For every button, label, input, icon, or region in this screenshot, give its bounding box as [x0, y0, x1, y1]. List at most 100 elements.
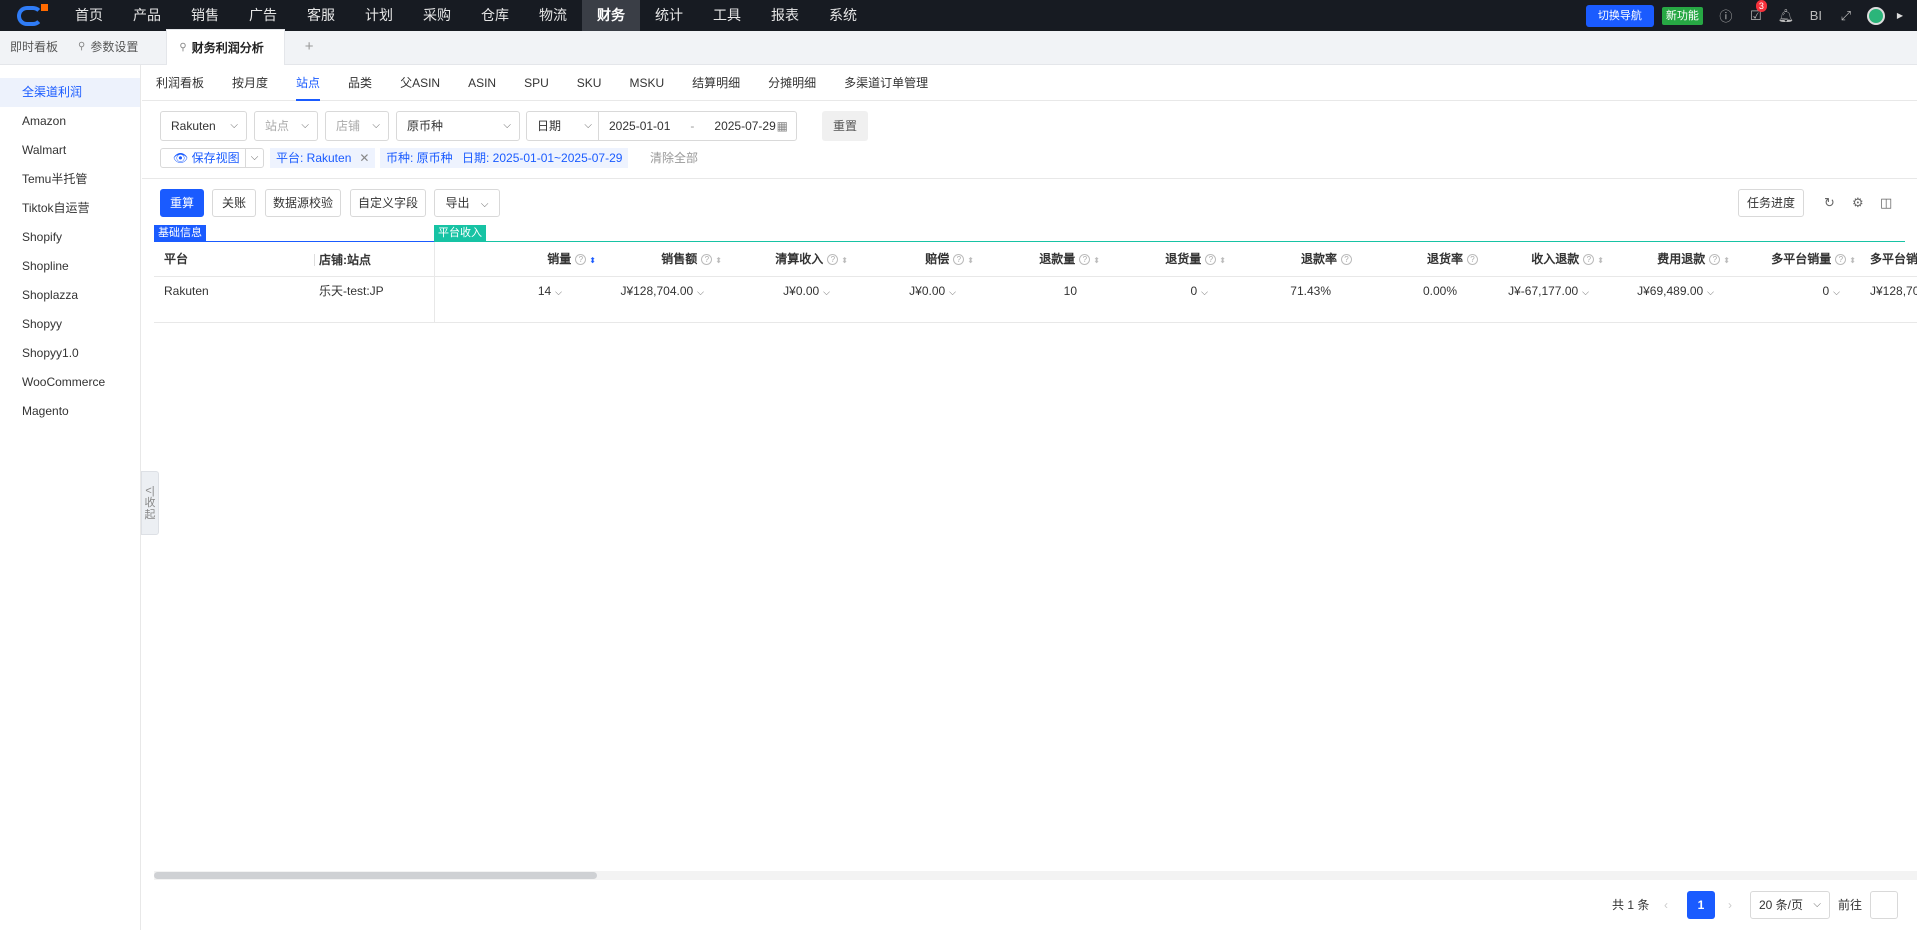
new-feature-button[interactable]: 新功能	[1661, 6, 1703, 25]
sidebar-item-temu[interactable]: Temu半托管	[0, 165, 140, 194]
nav-logistics[interactable]: 物流	[524, 0, 582, 31]
calendar-icon[interactable]: ▦	[777, 119, 788, 133]
help-icon[interactable]: ?	[827, 254, 839, 266]
pager-prev-icon[interactable]: ‹	[1664, 891, 1668, 919]
nav-plan[interactable]: 计划	[350, 0, 408, 31]
sidebar-item-amazon[interactable]: Amazon	[0, 107, 140, 136]
nav-purchase[interactable]: 采购	[408, 0, 466, 31]
nav-ads[interactable]: 广告	[234, 0, 292, 31]
col-multi-sales-amount[interactable]: 多平台销售额	[1864, 242, 1917, 277]
verify-source-button[interactable]: 数据源校验	[265, 189, 341, 217]
sort-icon[interactable]: ⬍	[1597, 256, 1604, 265]
subtab-site[interactable]: 站点	[296, 65, 321, 101]
col-compensation[interactable]: 赔偿? ⬍	[856, 242, 974, 277]
subtab-category[interactable]: 品类	[348, 65, 372, 101]
help-icon[interactable]: ?	[701, 254, 713, 266]
col-sales-qty[interactable]: 销量? ⬍	[434, 242, 596, 277]
cell-income-refund[interactable]: J¥-67,177.00 ⌵	[1486, 277, 1589, 323]
col-fee-refund[interactable]: 费用退款? ⬍	[1612, 242, 1730, 277]
save-view-button[interactable]: 👁︎ 保存视图 ⌵	[160, 148, 264, 168]
columns-icon[interactable]: ◫	[1880, 195, 1892, 211]
currency-select[interactable]: 原币种 ⌵	[396, 111, 520, 141]
clear-all-link[interactable]: 清除全部	[650, 148, 698, 168]
platform-select[interactable]: Rakuten ⌵	[160, 111, 247, 141]
sort-icon[interactable]: ⬍	[841, 256, 848, 265]
tab-dashboard[interactable]: 即时看板	[0, 30, 68, 64]
recalc-button[interactable]: 重算	[160, 189, 204, 217]
sort-icon[interactable]: ⬍	[589, 256, 596, 265]
avatar[interactable]	[1866, 6, 1885, 25]
gear-icon[interactable]: ⚙	[1852, 195, 1864, 211]
fullscreen-icon[interactable]: ⤢	[1831, 8, 1861, 24]
nav-reports[interactable]: 报表	[756, 0, 814, 31]
sidebar-item-shopify[interactable]: Shopify	[0, 223, 140, 252]
col-refund-rate[interactable]: 退款率?	[1234, 242, 1352, 277]
sidebar-item-magento[interactable]: Magento	[0, 397, 140, 426]
date-type-select[interactable]: 日期 ⌵	[527, 112, 599, 140]
col-return-rate[interactable]: 退货率?	[1360, 242, 1478, 277]
sidebar-item-shopline[interactable]: Shopline	[0, 252, 140, 281]
user-menu-caret-icon[interactable]: ▶	[1897, 11, 1903, 20]
col-return-qty[interactable]: 退货量? ⬍	[1108, 242, 1226, 277]
help-icon[interactable]: ?	[1583, 254, 1595, 266]
horizontal-scrollbar[interactable]	[154, 871, 1917, 880]
col-sales-amount[interactable]: 销售额? ⬍	[604, 242, 722, 277]
help-icon[interactable]: ?	[1341, 254, 1352, 266]
sort-icon[interactable]: ⬍	[1219, 256, 1226, 265]
subtab-multichannel[interactable]: 多渠道订单管理	[844, 65, 928, 101]
subtab-msku[interactable]: MSKU	[629, 65, 664, 101]
help-icon[interactable]: ?	[1079, 254, 1091, 266]
col-settlement-income[interactable]: 清算收入? ⬍	[730, 242, 848, 277]
logo[interactable]	[0, 0, 60, 31]
cell-settlement[interactable]: J¥0.00 ⌵	[730, 277, 830, 323]
help-icon[interactable]: ?	[1709, 254, 1721, 266]
col-income-refund[interactable]: 收入退款? ⬍	[1486, 242, 1604, 277]
export-button[interactable]: 导出 ⌵	[434, 189, 500, 217]
col-refund-qty[interactable]: 退款量? ⬍	[982, 242, 1100, 277]
task-icon[interactable]: ☑ 3	[1741, 0, 1771, 24]
reset-button[interactable]: 重置	[822, 111, 868, 141]
nav-service[interactable]: 客服	[292, 0, 350, 31]
sidebar-item-tiktok[interactable]: Tiktok自运营	[0, 194, 140, 223]
cell-sales-amount[interactable]: J¥128,704.00 ⌵	[604, 277, 704, 323]
nav-tools[interactable]: 工具	[698, 0, 756, 31]
pager-page-1[interactable]: 1	[1687, 891, 1715, 919]
refresh-icon[interactable]: ↻	[1824, 195, 1835, 211]
page-size-select[interactable]: 20 条/页 ⌵	[1750, 891, 1830, 919]
date-end[interactable]: 2025-07-29	[714, 119, 775, 133]
subtab-spu[interactable]: SPU	[524, 65, 549, 101]
bell-icon[interactable]: 🔔︎	[1771, 8, 1801, 24]
tab-finance-profit[interactable]: ⚲ 财务利润分析	[166, 29, 285, 65]
nav-product[interactable]: 产品	[118, 0, 176, 31]
table-row[interactable]: Rakuten 乐天-test:JP 14 ⌵ J¥128,704.00 ⌵ J¥0…	[154, 277, 1917, 323]
subtab-profit-board[interactable]: 利润看板	[156, 65, 204, 101]
cell-sales-qty[interactable]: 14 ⌵	[434, 277, 562, 323]
sort-icon[interactable]: ⬍	[1849, 256, 1856, 265]
sidebar-item-all[interactable]: 全渠道利润	[0, 78, 140, 107]
sidebar-item-walmart[interactable]: Walmart	[0, 136, 140, 165]
subtab-monthly[interactable]: 按月度	[232, 65, 268, 101]
sidebar-item-shoplazza[interactable]: Shoplazza	[0, 281, 140, 310]
nav-stats[interactable]: 统计	[640, 0, 698, 31]
sort-icon[interactable]: ⬍	[967, 256, 974, 265]
tab-params[interactable]: ⚲ 参数设置	[68, 30, 148, 64]
subtab-allocation[interactable]: 分摊明细	[768, 65, 816, 101]
custom-fields-button[interactable]: 自定义字段	[350, 189, 426, 217]
date-range-picker[interactable]: 日期 ⌵ 2025-01-01 - 2025-07-29 ▦	[526, 111, 797, 141]
bi-icon[interactable]: BI	[1801, 8, 1831, 23]
store-select[interactable]: 店铺 ⌵	[325, 111, 389, 141]
cell-return-qty[interactable]: 0 ⌵	[1108, 277, 1208, 323]
close-icon[interactable]: ✕	[359, 151, 369, 165]
cell-multi-sales-qty[interactable]: 0 ⌵	[1738, 277, 1840, 323]
sidebar-item-shopyy10[interactable]: Shopyy1.0	[0, 339, 140, 368]
subtab-asin[interactable]: ASIN	[468, 65, 496, 101]
nav-finance[interactable]: 财务	[582, 0, 640, 31]
goto-page-input[interactable]	[1870, 891, 1898, 919]
help-icon[interactable]: ?	[575, 254, 587, 266]
site-select[interactable]: 站点 ⌵	[254, 111, 318, 141]
pager-next-icon[interactable]: ›	[1728, 891, 1732, 919]
help-icon[interactable]: ?	[1205, 254, 1217, 266]
nav-sales[interactable]: 销售	[176, 0, 234, 31]
subtab-settlement[interactable]: 结算明细	[692, 65, 740, 101]
sort-icon[interactable]: ⬍	[1723, 256, 1730, 265]
